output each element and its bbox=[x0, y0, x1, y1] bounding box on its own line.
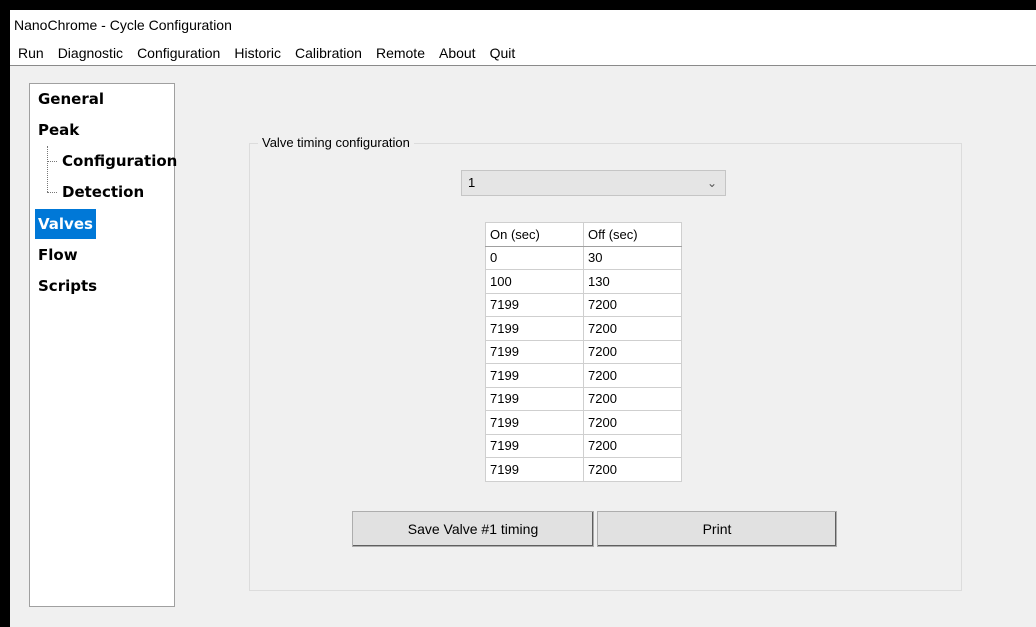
off-cell[interactable]: 7200 bbox=[583, 386, 682, 411]
menu-run[interactable]: Run bbox=[18, 45, 44, 61]
menu-calibration[interactable]: Calibration bbox=[295, 45, 362, 61]
tree-item-flow[interactable]: Flow bbox=[38, 240, 78, 270]
table-row: 0 30 bbox=[485, 245, 682, 270]
menu-about[interactable]: About bbox=[439, 45, 476, 61]
valve-timing-group: Valve timing configuration 1 ⌄ On (sec) … bbox=[249, 135, 962, 591]
on-cell[interactable]: 100 bbox=[485, 269, 584, 294]
column-header-off: Off (sec) bbox=[583, 222, 682, 247]
off-cell[interactable]: 7200 bbox=[583, 363, 682, 388]
off-cell[interactable]: 7200 bbox=[583, 433, 682, 458]
table-row: 7199 7200 bbox=[485, 339, 682, 364]
table-row: 7199 7200 bbox=[485, 457, 682, 482]
off-cell[interactable]: 7200 bbox=[583, 339, 682, 364]
valve-select-value: 1 bbox=[468, 175, 476, 190]
on-cell[interactable]: 7199 bbox=[485, 457, 584, 482]
table-row: 7199 7200 bbox=[485, 410, 682, 435]
navigation-tree: General Peak Configuration Detection Val… bbox=[29, 83, 177, 607]
menu-quit[interactable]: Quit bbox=[490, 45, 516, 61]
tree-connector-line bbox=[47, 146, 48, 192]
on-cell[interactable]: 0 bbox=[485, 245, 584, 270]
chevron-down-icon: ⌄ bbox=[706, 176, 717, 190]
app-window: NanoChrome - Cycle Configuration Run Dia… bbox=[10, 10, 1036, 627]
tree-connector-branch bbox=[47, 161, 57, 162]
menu-historic[interactable]: Historic bbox=[234, 45, 281, 61]
tree-item-scripts[interactable]: Scripts bbox=[38, 271, 97, 301]
menu-diagnostic[interactable]: Diagnostic bbox=[58, 45, 123, 61]
on-cell[interactable]: 7199 bbox=[485, 316, 584, 341]
on-cell[interactable]: 7199 bbox=[485, 386, 584, 411]
off-cell[interactable]: 130 bbox=[583, 269, 682, 294]
group-title: Valve timing configuration bbox=[258, 135, 414, 150]
tree-item-peak[interactable]: Peak bbox=[38, 115, 79, 145]
column-header-on: On (sec) bbox=[485, 222, 584, 247]
tree-item-general[interactable]: General bbox=[38, 84, 104, 114]
on-cell[interactable]: 7199 bbox=[485, 292, 584, 317]
save-valve-timing-button[interactable]: Save Valve #1 timing bbox=[352, 511, 594, 547]
title-bar: NanoChrome - Cycle Configuration bbox=[10, 10, 1036, 40]
valve-select[interactable]: 1 ⌄ bbox=[461, 170, 726, 196]
tree-item-valves[interactable]: Valves bbox=[35, 209, 96, 239]
off-cell[interactable]: 7200 bbox=[583, 410, 682, 435]
window-title: NanoChrome - Cycle Configuration bbox=[14, 17, 232, 33]
off-cell[interactable]: 7200 bbox=[583, 457, 682, 482]
tree-item-configuration[interactable]: Configuration bbox=[62, 146, 177, 176]
table-row: 100 130 bbox=[485, 269, 682, 294]
on-cell[interactable]: 7199 bbox=[485, 339, 584, 364]
off-cell[interactable]: 7200 bbox=[583, 316, 682, 341]
menu-remote[interactable]: Remote bbox=[376, 45, 425, 61]
tree-connector-branch bbox=[47, 192, 57, 193]
tree-item-detection[interactable]: Detection bbox=[62, 177, 144, 207]
valve-timing-table: On (sec) Off (sec) 0 30 100 130 7199 720… bbox=[485, 222, 682, 482]
menu-configuration[interactable]: Configuration bbox=[137, 45, 220, 61]
off-cell[interactable]: 7200 bbox=[583, 292, 682, 317]
table-row: 7199 7200 bbox=[485, 386, 682, 411]
on-cell[interactable]: 7199 bbox=[485, 433, 584, 458]
on-cell[interactable]: 7199 bbox=[485, 410, 584, 435]
table-row: 7199 7200 bbox=[485, 316, 682, 341]
on-cell[interactable]: 7199 bbox=[485, 363, 584, 388]
off-cell[interactable]: 30 bbox=[583, 245, 682, 270]
menu-bar: Run Diagnostic Configuration Historic Ca… bbox=[10, 40, 1036, 66]
table-row: 7199 7200 bbox=[485, 292, 682, 317]
table-row: 7199 7200 bbox=[485, 363, 682, 388]
table-row: 7199 7200 bbox=[485, 433, 682, 458]
print-button[interactable]: Print bbox=[597, 511, 837, 547]
